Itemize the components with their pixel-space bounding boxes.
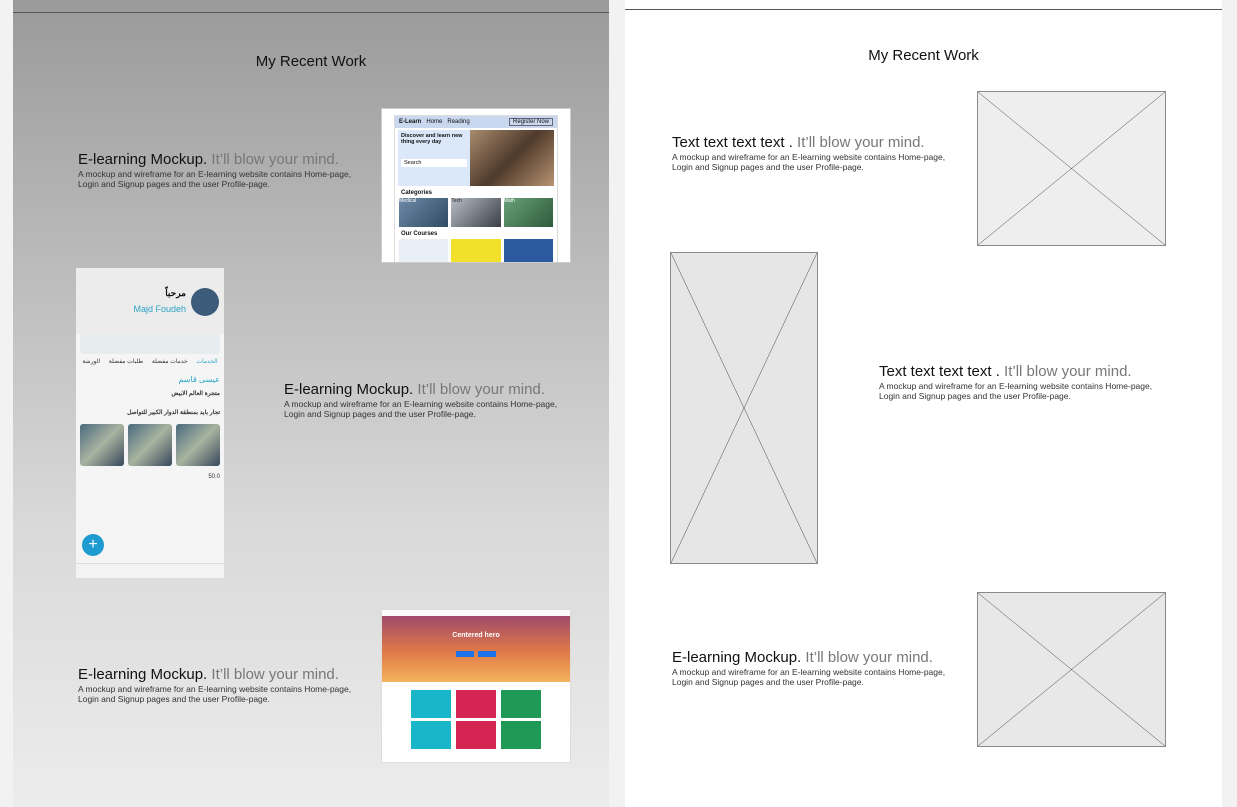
project-headline: E-learning Mockup. It’ll blow your mind.	[284, 381, 545, 398]
thumb-search-bar	[80, 334, 220, 354]
image-placeholder[interactable]	[670, 252, 818, 564]
divider-line	[13, 12, 609, 13]
project-headline: Text text text text . It’ll blow your mi…	[879, 363, 1132, 380]
hero-page-thumbnail[interactable]: Centered hero	[381, 609, 571, 763]
mobile-app-thumbnail[interactable]: مرحباً Majd Foudeh الورشة طلبات مفضلة خد…	[76, 268, 224, 578]
section-title: My Recent Work	[255, 53, 367, 70]
divider-line	[625, 9, 1222, 10]
thumb-phone-header: مرحباً Majd Foudeh	[76, 268, 224, 334]
image-placeholder[interactable]	[977, 91, 1166, 246]
project-text: E-learning Mockup. It’ll blow your mind.…	[284, 381, 574, 419]
section-title: My Recent Work	[868, 47, 979, 64]
project-description: A mockup and wireframe for an E-learning…	[78, 169, 352, 189]
elearning-thumbnail[interactable]: E-Learn Home Reading Register Now Discov…	[381, 108, 571, 263]
project-text: Text text text text . It’ll blow your mi…	[672, 134, 962, 172]
thumb-card-grid	[382, 690, 570, 749]
project-description: A mockup and wireframe for an E-learning…	[672, 667, 946, 687]
project-headline: E-learning Mockup. It’ll blow your mind.	[672, 649, 933, 666]
right-artboard: My Recent Work Text text text text . It’…	[625, 0, 1222, 807]
image-placeholder[interactable]	[977, 592, 1166, 747]
project-headline: E-learning Mockup. It’ll blow your mind.	[78, 666, 339, 683]
project-description: A mockup and wireframe for an E-learning…	[78, 684, 352, 704]
project-headline: E-learning Mockup. It’ll blow your mind.	[78, 151, 339, 168]
avatar	[191, 288, 219, 316]
project-description: A mockup and wireframe for an E-learning…	[672, 152, 946, 172]
thumb-photo-grid	[80, 424, 220, 466]
project-text: E-learning Mockup. It’ll blow your mind.…	[78, 666, 368, 704]
thumb-navbar: E-Learn Home Reading Register Now	[395, 116, 557, 128]
project-description: A mockup and wireframe for an E-learning…	[879, 381, 1153, 401]
project-text: E-learning Mockup. It’ll blow your mind.…	[78, 151, 368, 189]
project-description: A mockup and wireframe for an E-learning…	[284, 399, 558, 419]
project-headline: Text text text text . It’ll blow your mi…	[672, 134, 925, 151]
thumb-hero-banner: Centered hero	[382, 616, 570, 682]
thumb-bottom-nav	[76, 563, 224, 578]
thumb-tabs: الورشة طلبات مفضلة خدمات مفضلة الخدمات	[82, 359, 218, 365]
project-text: Text text text text . It’ll blow your mi…	[879, 363, 1169, 401]
thumb-hero: Discover and learn new thing every day Se…	[398, 130, 554, 186]
left-artboard: My Recent Work E-learning Mockup. It’ll …	[13, 0, 609, 807]
add-fab-icon: +	[82, 534, 104, 556]
project-text: E-learning Mockup. It’ll blow your mind.…	[672, 649, 962, 687]
